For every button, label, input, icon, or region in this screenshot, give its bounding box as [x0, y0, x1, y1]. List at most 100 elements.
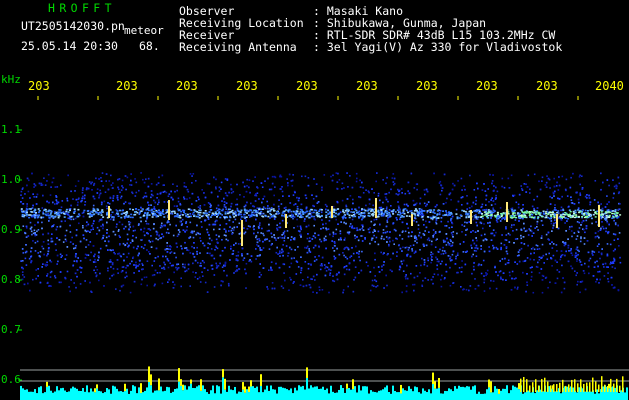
noise-pixel [305, 207, 308, 210]
noise-pixel [99, 189, 101, 192]
noise-pixel [129, 242, 132, 244]
noise-pixel [278, 208, 280, 210]
noise-pixel [618, 232, 621, 234]
noise-pixel [573, 203, 576, 205]
noise-pixel [517, 203, 520, 206]
noise-pixel [288, 289, 290, 291]
noise-pixel [482, 259, 485, 262]
noise-pixel [451, 241, 454, 244]
noise-pixel [358, 196, 360, 198]
noise-pixel [38, 255, 41, 257]
noise-pixel [230, 183, 232, 186]
noise-pixel [259, 263, 261, 265]
noise-pixel [589, 201, 592, 203]
noise-pixel [374, 230, 376, 232]
noise-pixel [334, 257, 337, 259]
noise-pixel [445, 263, 447, 266]
carrier-pixel [301, 210, 304, 213]
noise-pixel [598, 243, 600, 245]
noise-pixel [538, 180, 540, 183]
noise-pixel [321, 289, 324, 291]
noise-pixel [225, 208, 227, 210]
noise-pixel [185, 186, 187, 188]
carrier-pixel [396, 209, 399, 211]
noise-pixel [144, 192, 147, 194]
noise-pixel [175, 224, 177, 227]
carrier-pixel [28, 208, 31, 210]
noise-pixel [555, 185, 558, 187]
noise-pixel [171, 213, 174, 215]
noise-pixel [307, 276, 309, 279]
noise-pixel [361, 240, 364, 242]
carrier-pixel [49, 212, 52, 214]
noise-pixel [246, 178, 248, 181]
noise-pixel [304, 175, 307, 178]
noise-pixel [262, 212, 265, 215]
noise-pixel [43, 253, 45, 256]
noise-pixel [55, 228, 58, 231]
noise-pixel [92, 204, 95, 207]
noise-pixel [617, 238, 619, 240]
noise-pixel [68, 214, 70, 217]
noise-pixel [385, 274, 387, 277]
noise-pixel [181, 218, 184, 221]
noise-pixel [83, 197, 86, 200]
noise-pixel [241, 247, 244, 250]
noise-pixel [411, 231, 413, 233]
noise-pixel [444, 277, 446, 279]
noise-pixel [375, 180, 377, 183]
noise-pixel [156, 197, 158, 199]
noise-pixel [188, 237, 191, 239]
carrier-pixel [477, 212, 480, 214]
noise-pixel [276, 224, 278, 226]
noise-pixel [273, 218, 276, 220]
noise-pixel [373, 266, 375, 269]
noise-pixel [527, 174, 530, 177]
carrier-pixel [562, 209, 565, 212]
noise-pixel [112, 199, 114, 202]
noise-pixel [264, 239, 266, 241]
carrier-pixel [333, 209, 336, 211]
carrier-pixel [408, 215, 411, 217]
noise-pixel [445, 244, 448, 246]
noise-pixel [581, 280, 584, 283]
noise-pixel [545, 186, 548, 188]
noise-pixel [320, 228, 322, 230]
noise-pixel [262, 232, 264, 235]
noise-pixel [312, 246, 315, 249]
noise-pixel [483, 281, 485, 284]
noise-pixel [375, 280, 378, 283]
noise-pixel [341, 199, 344, 202]
noise-pixel [517, 251, 520, 253]
noise-pixel [361, 250, 363, 253]
carrier-pixel [57, 216, 60, 219]
noise-pixel [415, 265, 418, 267]
noise-pixel [266, 230, 269, 232]
noise-pixel [72, 243, 74, 245]
carrier-pixel [407, 211, 409, 214]
noise-pixel [50, 285, 52, 287]
noise-pixel [146, 260, 149, 262]
noise-pixel [563, 287, 566, 290]
noise-pixel [201, 189, 203, 191]
noise-pixel [90, 251, 92, 254]
noise-pixel [336, 278, 339, 281]
noise-pixel [193, 247, 195, 249]
noise-pixel [26, 205, 28, 207]
noise-pixel [476, 247, 479, 250]
noise-pixel [135, 181, 138, 184]
noise-pixel [452, 250, 455, 253]
noise-pixel [288, 266, 291, 268]
noise-pixel [356, 229, 359, 231]
noise-pixel [392, 222, 395, 224]
noise-pixel [415, 236, 417, 239]
carrier-pixel [354, 215, 357, 218]
carrier-pixel [117, 215, 120, 217]
noise-pixel [342, 289, 345, 291]
noise-pixel [238, 268, 241, 270]
noise-pixel [170, 190, 172, 193]
noise-pixel [163, 184, 165, 186]
carrier-pixel [545, 215, 548, 217]
noise-pixel [311, 194, 313, 196]
noise-pixel [520, 237, 522, 240]
